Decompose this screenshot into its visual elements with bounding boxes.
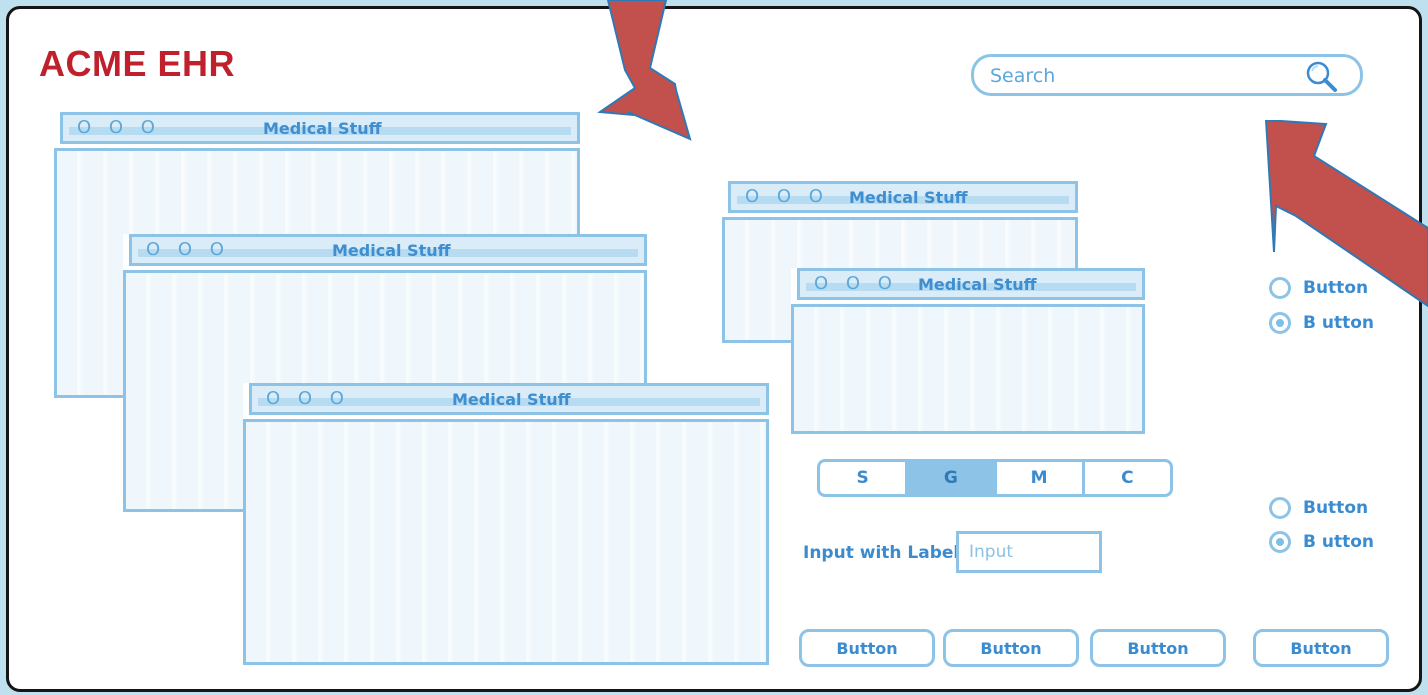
window-content — [243, 419, 769, 665]
button-4[interactable]: Button — [1253, 629, 1389, 667]
segmented-control[interactable]: S G M C — [817, 459, 1173, 497]
window-controls-icon[interactable]: O O O — [77, 117, 161, 138]
window-controls-icon[interactable]: O O O — [266, 388, 350, 409]
window-medical-3: O O O Medical Stuff — [243, 383, 769, 665]
radio-label: B utton — [1303, 532, 1375, 552]
window-controls-icon[interactable]: O O O — [814, 273, 898, 294]
window-titlebar[interactable]: O O O Medical Stuff — [797, 268, 1145, 300]
button-1[interactable]: Button — [799, 629, 935, 667]
button-2[interactable]: Button — [943, 629, 1079, 667]
window-title: Medical Stuff — [332, 241, 451, 260]
arrow-down-icon — [597, 0, 692, 141]
search-input[interactable] — [990, 63, 1290, 89]
radio-option[interactable]: Button — [1269, 497, 1368, 519]
window-controls-icon[interactable]: O O O — [146, 239, 230, 260]
radio-button[interactable] — [1269, 531, 1291, 553]
window-titlebar[interactable]: O O O Medical Stuff — [728, 181, 1078, 213]
brand-title: ACME EHR — [39, 43, 236, 84]
labeled-input[interactable] — [956, 531, 1102, 573]
window-titlebar[interactable]: O O O Medical Stuff — [249, 383, 769, 415]
input-label: Input with Label: — [803, 543, 967, 563]
segment-c[interactable]: C — [1085, 462, 1170, 494]
button-3[interactable]: Button — [1090, 629, 1226, 667]
segment-g[interactable]: G — [908, 462, 997, 494]
radio-button[interactable] — [1269, 497, 1291, 519]
arrow-up-left-icon — [1264, 120, 1428, 308]
window-controls-icon[interactable]: O O O — [745, 186, 829, 207]
window-content — [791, 304, 1145, 434]
window-medical-5: O O O Medical Stuff — [791, 268, 1145, 434]
radio-label: Button — [1303, 498, 1369, 518]
segment-m[interactable]: M — [997, 462, 1085, 494]
window-title: Medical Stuff — [263, 119, 382, 138]
segment-s[interactable]: S — [820, 462, 909, 494]
window-title: Medical Stuff — [918, 275, 1037, 294]
radio-option[interactable]: B utton — [1269, 531, 1374, 553]
window-title: Medical Stuff — [452, 390, 571, 409]
window-title: Medical Stuff — [849, 188, 968, 207]
search-box[interactable] — [971, 54, 1363, 96]
search-icon[interactable] — [1304, 59, 1338, 93]
window-titlebar[interactable]: O O O Medical Stuff — [129, 234, 647, 266]
window-titlebar[interactable]: O O O Medical Stuff — [60, 112, 580, 144]
